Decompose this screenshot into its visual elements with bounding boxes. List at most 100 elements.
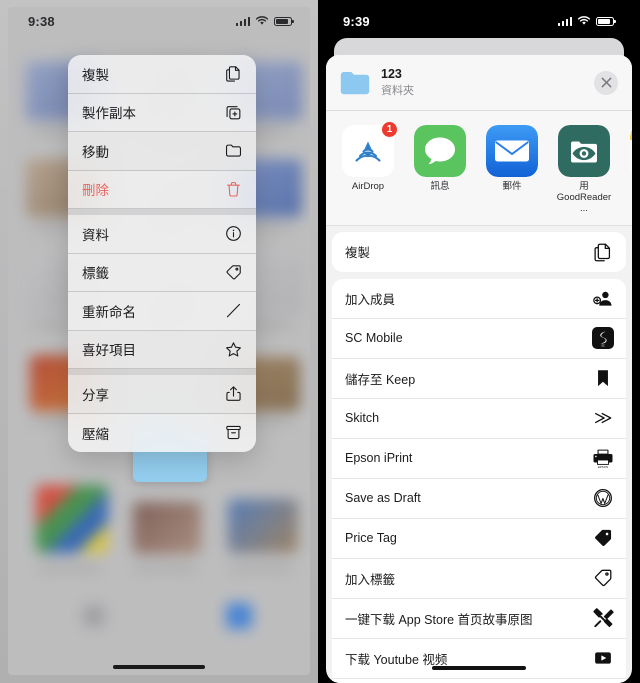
share-action-row[interactable]: 一键下载 App Store 首页故事原图 xyxy=(332,598,626,639)
context-menu[interactable]: 複製製作副本移動刪除資料標籤重新命名喜好項目分享壓縮 xyxy=(68,55,256,452)
context-menu-item[interactable]: 分享 xyxy=(68,375,256,414)
share-icon xyxy=(224,384,243,403)
cellular-bars-icon xyxy=(235,16,250,26)
share-item-title: 123 xyxy=(381,67,402,81)
share-app-item[interactable] xyxy=(628,125,632,215)
duplicate-icon xyxy=(224,103,243,122)
context-menu-item-label: 喜好項目 xyxy=(82,343,136,359)
context-menu-item[interactable]: 資料 xyxy=(68,215,256,254)
messages-icon[interactable] xyxy=(414,125,466,177)
share-item-subtitle: 資料夾 xyxy=(381,85,414,97)
epson-printer-icon: EPSON xyxy=(592,447,614,469)
share-action-group: 加入成員 SC Mobile SC 儲存至 Keep Skitch Epson iPrin… xyxy=(332,278,626,683)
share-action-row[interactable]: SC Mobile SC xyxy=(332,318,626,359)
tools-icon xyxy=(592,607,614,629)
trash-icon xyxy=(224,180,243,199)
folder-icon xyxy=(224,141,243,160)
mail-icon[interactable] xyxy=(486,125,538,177)
share-action-label: Epson iPrint xyxy=(345,451,413,466)
context-menu-item-label: 複製 xyxy=(82,67,109,83)
context-menu-item[interactable]: 重新命名 xyxy=(68,292,256,331)
battery-icon xyxy=(274,16,294,26)
context-menu-item[interactable]: 複製 xyxy=(68,55,256,94)
left-status-icons xyxy=(235,16,294,26)
notification-badge: 1 xyxy=(381,121,398,138)
skitch-icon xyxy=(592,407,614,429)
share-sheet-item-info: 123 資料夾 xyxy=(381,67,594,98)
share-action-row[interactable]: Skitch xyxy=(332,398,626,439)
share-action-label: SC Mobile xyxy=(345,331,403,346)
goodreader-icon[interactable] xyxy=(558,125,610,177)
share-action-label: 下载 Youtube 视频 xyxy=(345,652,448,667)
context-menu-item[interactable]: 喜好項目 xyxy=(68,330,256,369)
share-action-label: 一键下载 App Store 首页故事原图 xyxy=(345,612,533,627)
context-menu-item-label: 重新命名 xyxy=(82,304,136,320)
notes-icon[interactable] xyxy=(630,125,632,177)
context-menu-item[interactable]: 壓縮 xyxy=(68,414,256,453)
sc-mobile-icon: SC xyxy=(592,327,614,350)
share-action-row[interactable]: 加入標籤 xyxy=(332,558,626,599)
left-phone-screen: 9:38 複製製作副本移動刪除資料標籤重新命名喜好項目分享壓縮 xyxy=(0,0,318,683)
share-app-item[interactable]: 郵件 xyxy=(484,125,540,215)
share-app-item[interactable]: 1 AirDrop xyxy=(340,121,398,215)
right-phone-screen: 9:39 123 資料夾 1 AirDrop 訊息 郵件 用 GoodReade… xyxy=(318,0,640,683)
share-action-row[interactable]: 加入成員 xyxy=(332,278,626,319)
context-menu-item[interactable]: 製作副本 xyxy=(68,94,256,132)
svg-text:EPSON: EPSON xyxy=(598,465,608,469)
right-status-icons xyxy=(557,16,616,26)
close-icon[interactable] xyxy=(594,70,618,95)
price-tag-icon xyxy=(592,527,614,549)
left-home-indicator[interactable] xyxy=(113,664,205,669)
share-app-item[interactable]: 訊息 xyxy=(412,125,468,215)
wifi-icon xyxy=(577,16,591,25)
share-action-row[interactable]: 下载 Youtube 视频 xyxy=(332,638,626,679)
share-action-row[interactable]: Save as Draft xyxy=(332,478,626,519)
share-action-label: 加入標籤 xyxy=(345,572,396,587)
tag-outline-icon xyxy=(592,567,614,589)
context-menu-item[interactable]: 標籤 xyxy=(68,254,256,292)
context-menu-item-label: 刪除 xyxy=(82,183,109,199)
share-action-row[interactable]: 複製 xyxy=(332,231,626,272)
share-apps-row[interactable]: 1 AirDrop 訊息 郵件 用 GoodReader ... xyxy=(326,111,632,226)
left-status-bar: 9:38 xyxy=(8,8,310,34)
share-app-label: 郵件 xyxy=(502,181,522,192)
share-app-label: 用 GoodReader ... xyxy=(556,181,612,214)
share-action-row[interactable]: Price Tag xyxy=(332,518,626,559)
context-menu-item-label: 壓縮 xyxy=(82,426,109,442)
share-action-label: 儲存至 Keep xyxy=(345,372,416,387)
share-action-row[interactable]: 网页翻译 xyxy=(332,678,626,683)
share-app-label: AirDrop xyxy=(351,181,385,192)
context-menu-item[interactable]: 移動 xyxy=(68,132,256,171)
right-clock: 9:39 xyxy=(343,13,370,29)
tag-icon xyxy=(224,263,243,282)
context-menu-item-label: 標籤 xyxy=(82,266,109,282)
right-status-bar: 9:39 xyxy=(318,10,640,32)
context-menu-item-label: 製作副本 xyxy=(82,106,136,122)
youtube-play-icon xyxy=(592,647,614,669)
wifi-icon xyxy=(255,16,269,25)
share-app-item[interactable]: 用 GoodReader ... xyxy=(556,125,612,215)
dual-phone-screenshot: 9:38 複製 製作副本 移動 刪除 資料 標籤 重新命名 喜好項目 分享 壓縮 9:39 xyxy=(0,0,640,683)
context-menu-item-label: 資料 xyxy=(82,227,109,243)
svg-text:SC: SC xyxy=(601,344,605,348)
share-action-label: 加入成員 xyxy=(345,292,396,307)
star-icon xyxy=(224,340,243,359)
share-action-group: 複製 xyxy=(332,231,626,272)
info-circle-icon xyxy=(224,224,243,243)
cellular-bars-icon xyxy=(557,16,572,26)
right-home-indicator[interactable] xyxy=(432,665,526,670)
keep-bookmark-icon xyxy=(592,367,614,389)
share-action-label: Save as Draft xyxy=(345,491,421,506)
share-app-label: 訊息 xyxy=(430,181,450,192)
left-clock: 9:38 xyxy=(28,13,55,29)
copy-icon xyxy=(592,241,614,263)
share-action-row[interactable]: 儲存至 Keep xyxy=(332,358,626,399)
airdrop-icon[interactable]: 1 xyxy=(342,121,398,177)
copy-icon xyxy=(224,64,243,83)
wordpress-icon xyxy=(592,487,614,509)
archive-box-icon xyxy=(224,423,243,442)
context-menu-item-label: 移動 xyxy=(82,144,109,160)
share-action-label: Price Tag xyxy=(345,531,397,546)
context-menu-item[interactable]: 刪除 xyxy=(68,171,256,209)
share-action-row[interactable]: Epson iPrint EPSON xyxy=(332,438,626,479)
